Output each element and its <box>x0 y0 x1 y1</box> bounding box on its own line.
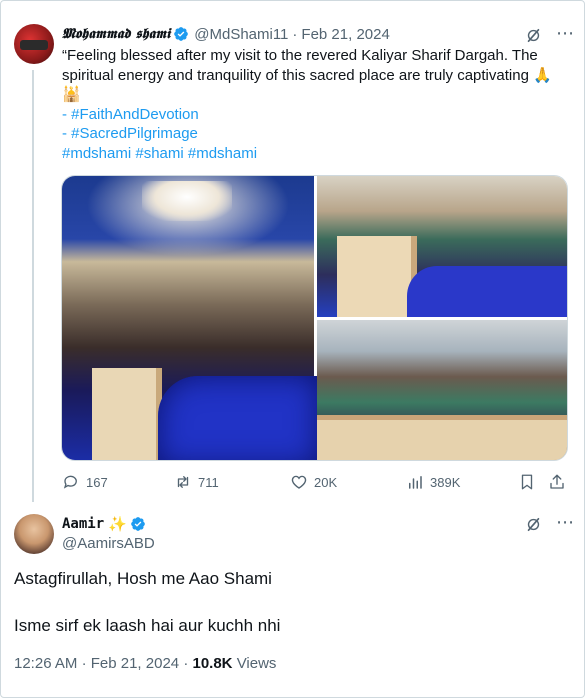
views-label: Views <box>236 655 277 672</box>
photo-dargah-crowd[interactable] <box>62 176 318 460</box>
railing-shape <box>337 236 417 317</box>
avatar[interactable] <box>14 24 54 64</box>
sparkle-emoji: ✨ <box>108 515 127 533</box>
heart-icon <box>291 475 307 489</box>
bookmark-icon <box>521 474 533 490</box>
reply-text-line: Astagfirullah, Hosh me Aao Shami <box>14 569 272 588</box>
share-button[interactable] <box>548 472 572 492</box>
avatar[interactable] <box>14 514 54 554</box>
tweet-header: 𝕸𝖔𝖍𝖆𝖒𝖒𝖆𝖉 𝖘𝖍𝖆𝖒𝖎 @MdShami11 · Feb 21, 2024 <box>62 24 390 44</box>
reply-icon <box>63 475 77 489</box>
separator-dot: · <box>292 25 298 43</box>
views-count: 10.8K <box>192 655 233 672</box>
railing-shape <box>317 415 567 460</box>
grok-icon[interactable] <box>525 516 542 533</box>
reply-button[interactable]: 167 <box>62 472 108 492</box>
repost-button[interactable]: 711 <box>174 472 219 492</box>
tweet-text-line: spiritual energy and tranquility of this… <box>62 66 552 84</box>
display-name-row: Aamir ✨ <box>62 515 151 533</box>
reply-count: 167 <box>86 474 108 490</box>
repost-icon <box>177 476 189 488</box>
like-button[interactable]: 20K <box>290 472 337 492</box>
more-dots-icon[interactable]: ⋯ <box>556 512 575 533</box>
hashtag-link[interactable]: #mdshami #shami #mdshami <box>62 144 567 164</box>
blue-chadar-shape <box>407 266 567 317</box>
grok-icon[interactable] <box>525 27 542 44</box>
tweet-meta: 12:26 AM · Feb 21, 2024 · 10.8K Views <box>14 655 277 672</box>
verified-badge-icon <box>174 27 189 41</box>
chandelier-shape <box>142 181 232 221</box>
share-icon <box>550 474 564 489</box>
display-name[interactable]: Aamir <box>62 516 104 532</box>
tweet-time[interactable]: 12:26 AM <box>14 655 77 672</box>
display-name[interactable]: 𝕸𝖔𝖍𝖆𝖒𝖒𝖆𝖉 𝖘𝖍𝖆𝖒𝖎 <box>62 26 170 42</box>
media-grid <box>61 175 568 461</box>
views-bar-icon <box>409 476 422 489</box>
thread-connector-line <box>32 70 34 502</box>
handle[interactable]: @MdShami11 <box>194 26 288 43</box>
photo-prayer-group-2[interactable] <box>317 320 567 460</box>
photo-prayer-group[interactable] <box>317 176 567 317</box>
tweet-text: “Feeling blessed after my visit to the r… <box>62 46 567 163</box>
more-dots-icon[interactable]: ⋯ <box>556 23 575 44</box>
handle[interactable]: @AamirsABD <box>62 535 155 552</box>
hashtag-link[interactable]: - #SacredPilgrimage <box>62 124 567 144</box>
like-count: 20K <box>314 474 338 490</box>
repost-count: 711 <box>198 474 219 490</box>
action-bar: 167 711 20K 389K <box>62 472 567 492</box>
tweet-text-line: 🕌 <box>62 86 81 103</box>
hashtag-link[interactable]: - #FaithAndDevotion <box>62 105 567 125</box>
blue-chadar-shape <box>158 376 318 460</box>
reply-text-line: Isme sirf ek laash hai aur kuchh nhi <box>14 616 281 635</box>
tweet-date[interactable]: Feb 21, 2024 <box>91 655 179 672</box>
verified-badge-icon <box>131 517 145 531</box>
views-count: 389K <box>430 474 461 490</box>
railing-shape <box>92 368 162 460</box>
tweet-text-line: “Feeling blessed after my visit to the r… <box>62 47 538 64</box>
bookmark-button[interactable] <box>518 472 542 492</box>
timestamp[interactable]: Feb 21, 2024 <box>301 26 389 43</box>
views-button[interactable]: 389K <box>406 472 460 492</box>
